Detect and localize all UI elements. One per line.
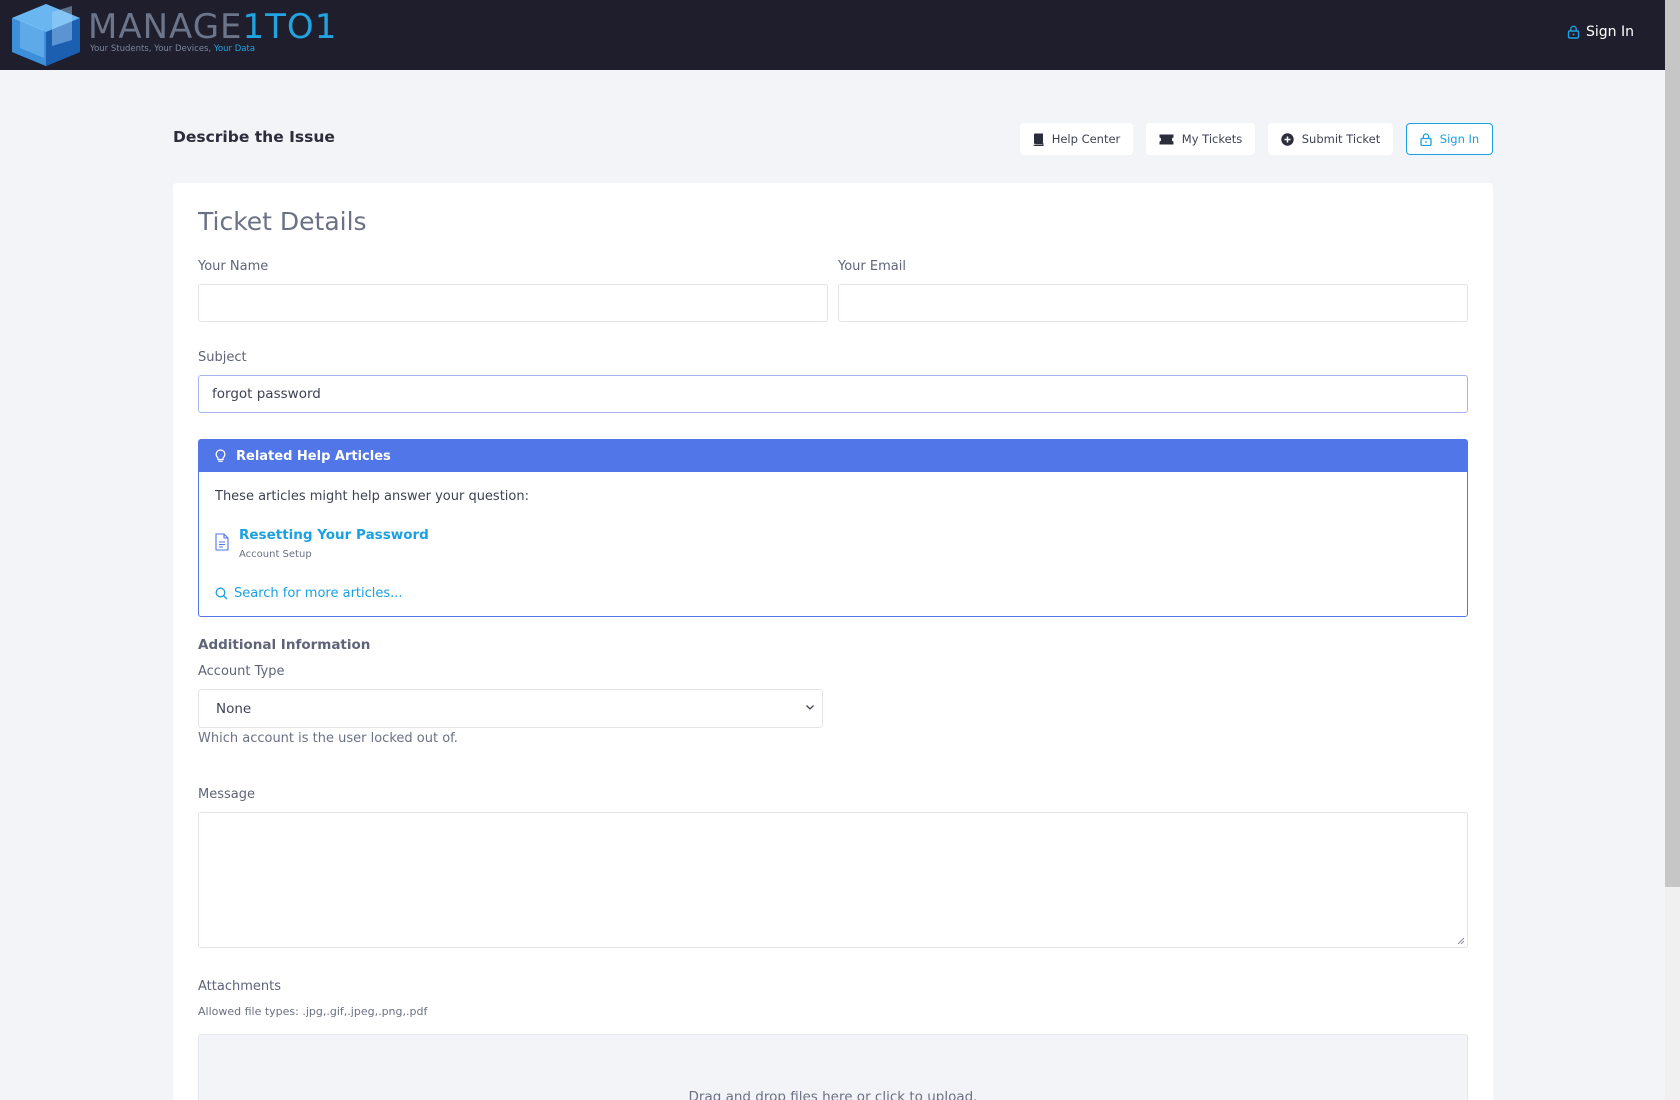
account-type-label: Account Type: [198, 664, 285, 679]
logo[interactable]: MANAGE1TO1 Your Students, Your Devices, …: [10, 2, 350, 68]
ticket-icon: [1159, 134, 1174, 144]
my-tickets-button[interactable]: My Tickets: [1146, 123, 1255, 155]
cube-logo-icon: [12, 4, 80, 66]
lock-icon: [1420, 132, 1432, 146]
top-navbar: MANAGE1TO1 Your Students, Your Devices, …: [0, 0, 1665, 70]
additional-info-heading: Additional Information: [198, 637, 371, 653]
top-signin-link[interactable]: Sign In: [1567, 24, 1634, 40]
help-center-label: Help Center: [1051, 132, 1121, 146]
message-textarea[interactable]: [198, 812, 1468, 948]
related-articles-header: Related Help Articles: [199, 440, 1467, 472]
account-type-help: Which account is the user locked out of.: [198, 731, 458, 746]
card-title: Ticket Details: [198, 207, 367, 236]
resize-handle-icon[interactable]: [1456, 936, 1465, 945]
page-scrollbar[interactable]: [1665, 0, 1680, 1100]
logo-number: 1TO1: [242, 7, 338, 47]
submit-ticket-button[interactable]: Submit Ticket: [1268, 123, 1393, 155]
search-icon: [215, 587, 228, 600]
message-label: Message: [198, 787, 255, 802]
signin-label: Sign In: [1439, 132, 1480, 146]
ticket-details-card: Ticket Details Your Name Your Email Subj…: [173, 183, 1493, 1100]
logo-tagline: Your Students, Your Devices, Your Data: [90, 44, 255, 54]
top-signin-label: Sign In: [1586, 24, 1634, 40]
account-type-value: None: [216, 701, 252, 717]
logo-tagline-highlight: Your Data: [213, 44, 256, 54]
email-input[interactable]: [838, 284, 1468, 322]
lightbulb-icon: [215, 449, 226, 462]
logo-word: MANAGE: [88, 7, 243, 47]
name-input[interactable]: [198, 284, 828, 322]
my-tickets-label: My Tickets: [1181, 132, 1243, 146]
search-more-articles-link[interactable]: Search for more articles...: [215, 586, 403, 601]
related-articles-title: Related Help Articles: [236, 448, 391, 464]
subject-label: Subject: [198, 350, 247, 365]
scrollbar-thumb[interactable]: [1665, 0, 1680, 887]
name-label: Your Name: [198, 259, 269, 274]
search-more-label: Search for more articles...: [234, 586, 403, 601]
article-category: Account Setup: [239, 549, 312, 560]
signin-button[interactable]: Sign In: [1406, 123, 1493, 155]
book-icon: [1033, 133, 1044, 146]
chevron-down-icon: [806, 705, 814, 710]
document-icon: [215, 533, 229, 551]
logo-tagline-text: Your Students, Your Devices,: [90, 44, 212, 54]
help-center-button[interactable]: Help Center: [1020, 123, 1133, 155]
file-dropzone[interactable]: Drag and drop files here or click to upl…: [198, 1034, 1468, 1100]
submit-ticket-label: Submit Ticket: [1301, 132, 1381, 146]
page-title: Describe the Issue: [173, 128, 335, 146]
attachments-label: Attachments: [198, 979, 281, 994]
dropzone-text: Drag and drop files here or click to upl…: [688, 1089, 978, 1100]
account-type-select[interactable]: None: [198, 689, 823, 728]
related-articles-intro: These articles might help answer your qu…: [215, 489, 529, 504]
related-articles-panel: Related Help Articles These articles mig…: [198, 439, 1468, 617]
plus-circle-icon: [1281, 132, 1294, 146]
article-item[interactable]: Resetting Your Password Account Setup: [215, 527, 429, 560]
logo-title: MANAGE1TO1: [88, 8, 337, 46]
email-label: Your Email: [838, 259, 906, 274]
allowed-file-types: Allowed file types: .jpg,.gif,.jpeg,.png…: [198, 1005, 428, 1018]
lock-icon: [1567, 25, 1580, 39]
article-title-link[interactable]: Resetting Your Password: [239, 527, 429, 543]
subject-input[interactable]: forgot password: [198, 375, 1468, 413]
